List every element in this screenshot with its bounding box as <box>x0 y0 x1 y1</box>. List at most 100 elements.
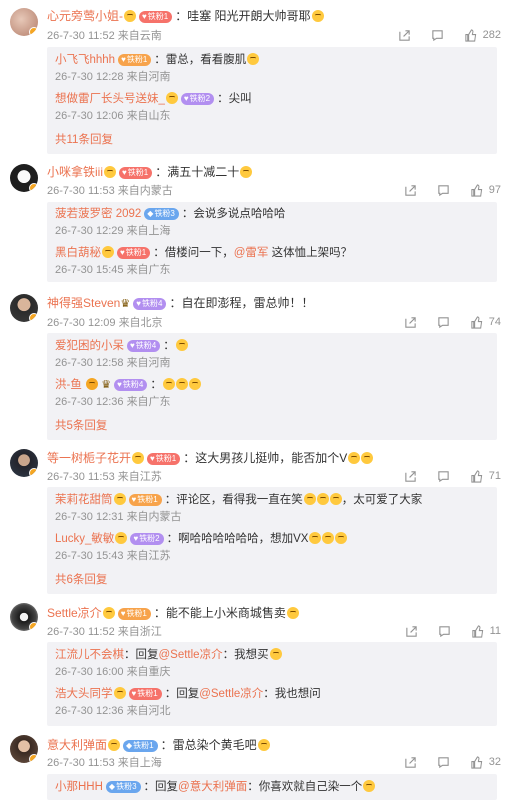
comment-item: Settle凉介 ♥铁粉1 ：能不能上小米商城售卖 26-7-30 11:52 来自… <box>0 600 511 732</box>
fan-badge: ♥铁粉1 <box>128 688 162 700</box>
comment-text: ：满五十减二十 <box>155 165 240 179</box>
fan-badge: ◆铁粉1 <box>123 740 158 752</box>
reply-text: ：回复 <box>164 688 200 700</box>
reply-item: 浩大头同学 ♥铁粉1 ：回复@Settle凉介：我也想问 26-7-30 12:36… <box>55 687 321 718</box>
reply-text: ：啊哈哈哈哈哈哈，想加VX <box>166 533 309 545</box>
comment-meta: 26-7-30 11:53 来自上海 <box>47 757 162 769</box>
crown-icon: ♛ <box>120 298 131 310</box>
verified-badge-icon <box>29 183 38 192</box>
comment-icon <box>431 29 443 41</box>
comment-button[interactable] <box>437 470 450 483</box>
comment-username[interactable]: 心元旁莺小姐- <box>47 9 123 23</box>
fan-badge: ♥铁粉1 <box>117 247 151 259</box>
fan-badge: ♥铁粉4 <box>133 298 167 310</box>
reply-username[interactable]: 小飞飞hhhh <box>55 54 115 66</box>
comment-actions: 71 <box>384 468 501 484</box>
avatar[interactable] <box>10 164 38 192</box>
avatar[interactable] <box>10 735 38 763</box>
reply-username[interactable]: 黑白葫秘 <box>55 247 101 259</box>
emoji-icon <box>108 739 121 751</box>
share-icon <box>405 470 416 482</box>
share-button[interactable] <box>404 756 417 769</box>
mention-link[interactable]: @Settle凉介 <box>199 688 263 700</box>
avatar[interactable] <box>10 449 38 477</box>
emoji-icon <box>348 452 361 464</box>
emoji-icon <box>132 452 145 464</box>
comment-username[interactable]: Settle凉介 <box>47 606 102 620</box>
share-button[interactable] <box>404 184 417 197</box>
reply-list: 菠若菠罗密 2092 ◆铁粉3 ：会说多说点哈哈哈 26-7-30 12:29 来自… <box>47 202 497 282</box>
reply-username[interactable]: 江流儿不会棋 <box>55 649 124 661</box>
reply-username[interactable]: Lucky_敏敏 <box>55 533 114 545</box>
fan-badge: ◆铁粉3 <box>105 781 141 793</box>
like-button[interactable]: 74 <box>470 315 501 329</box>
reply-username[interactable]: 茉莉花甜筒 <box>55 494 113 506</box>
avatar[interactable] <box>10 8 38 36</box>
comment-username[interactable]: 神得强Steven <box>47 296 120 310</box>
comment-meta: 26-7-30 11:52 来自浙江 <box>47 626 162 638</box>
like-count: 97 <box>488 184 501 196</box>
comment-username[interactable]: 等一树栀子花开 <box>47 451 131 465</box>
reply-meta: 26-7-30 15:43 来自江苏 <box>55 550 171 562</box>
reply-text: ：借楼问一下， <box>153 247 234 259</box>
emoji-icon <box>286 607 299 619</box>
comment-username[interactable]: 小咪拿铁iii <box>47 165 103 179</box>
reply-username[interactable]: 想做雷厂长头号送妹_ <box>55 93 165 105</box>
reply-meta: 26-7-30 12:28 来自河南 <box>55 71 171 83</box>
like-button[interactable]: 11 <box>471 624 501 638</box>
mention-link[interactable]: @意大利弹面 <box>178 781 247 793</box>
comment-icon <box>438 756 449 768</box>
share-button[interactable] <box>405 625 418 638</box>
reply-username[interactable]: 浩大头同学 <box>55 688 113 700</box>
like-button[interactable]: 32 <box>470 755 501 769</box>
comment-button[interactable] <box>438 625 451 638</box>
comment-button[interactable] <box>437 756 450 769</box>
avatar[interactable] <box>10 603 38 631</box>
emoji-icon <box>162 378 175 390</box>
emoji-icon <box>303 493 316 505</box>
more-replies-link[interactable]: 共5条回复 <box>55 419 107 433</box>
comment-text: ：哇塞 阳光开朗大帅哥耶 <box>175 9 311 23</box>
emoji-icon <box>104 166 116 178</box>
more-replies-link[interactable]: 共11条回复 <box>55 133 113 147</box>
share-button[interactable] <box>404 316 417 329</box>
reply-username[interactable]: 爱犯困的小呆 <box>55 340 124 352</box>
reply-username[interactable]: 洪-鱼 <box>55 379 82 391</box>
like-button[interactable]: 282 <box>464 28 501 42</box>
reply-item: 洪-鱼 ♛ ♥铁粉4： 26-7-30 12:36 来自广东 <box>55 378 201 409</box>
comment-button[interactable] <box>431 29 444 42</box>
mention-link[interactable]: @Settle凉介 <box>159 649 223 661</box>
comment-text: ：能不能上小米商城售卖 <box>153 606 286 620</box>
like-count: 282 <box>482 29 501 41</box>
verified-badge-icon <box>29 468 38 477</box>
share-icon <box>405 625 417 637</box>
like-button[interactable]: 97 <box>470 183 501 197</box>
comment-button[interactable] <box>437 184 450 197</box>
reply-text: ：评论区，看得我一直在笑 <box>164 494 303 506</box>
comment-icon <box>438 316 449 328</box>
mention-link[interactable]: @雷军 <box>234 247 269 259</box>
reply-username[interactable]: 小那HHH <box>55 781 103 793</box>
reply-item: 爱犯困的小呆 ♥铁粉4： 26-7-30 12:58 来自河南 <box>55 339 188 370</box>
comment-item: 心元旁莺小姐- ♥铁粉1 ：哇塞 阳光开朗大帅哥耶 26-7-30 11:52 来自… <box>0 0 511 160</box>
comment-username[interactable]: 意大利弹面 <box>47 738 107 752</box>
emoji-icon <box>363 780 376 792</box>
reply-text-tail: ，太可爱了大家 <box>341 494 423 506</box>
emoji-icon <box>269 648 282 660</box>
avatar[interactable] <box>10 294 38 322</box>
crown-icon: ♛ <box>101 379 112 391</box>
reply-username[interactable]: 菠若菠罗密 2092 <box>55 208 141 220</box>
more-replies-link[interactable]: 共6条回复 <box>55 573 107 587</box>
fan-badge: ♥铁粉2 <box>130 533 164 545</box>
share-button[interactable] <box>398 29 411 42</box>
like-icon <box>471 315 482 329</box>
reply-text-tail: ：我想买 <box>222 649 269 661</box>
reply-text: ：尖叫 <box>217 93 252 105</box>
comment-actions: 97 <box>384 182 501 198</box>
like-count: 71 <box>488 470 501 482</box>
comment-button[interactable] <box>437 316 450 329</box>
like-button[interactable]: 71 <box>470 469 501 483</box>
share-button[interactable] <box>404 470 417 483</box>
fan-badge: ♥铁粉2 <box>180 93 215 105</box>
emoji-icon <box>240 166 253 178</box>
